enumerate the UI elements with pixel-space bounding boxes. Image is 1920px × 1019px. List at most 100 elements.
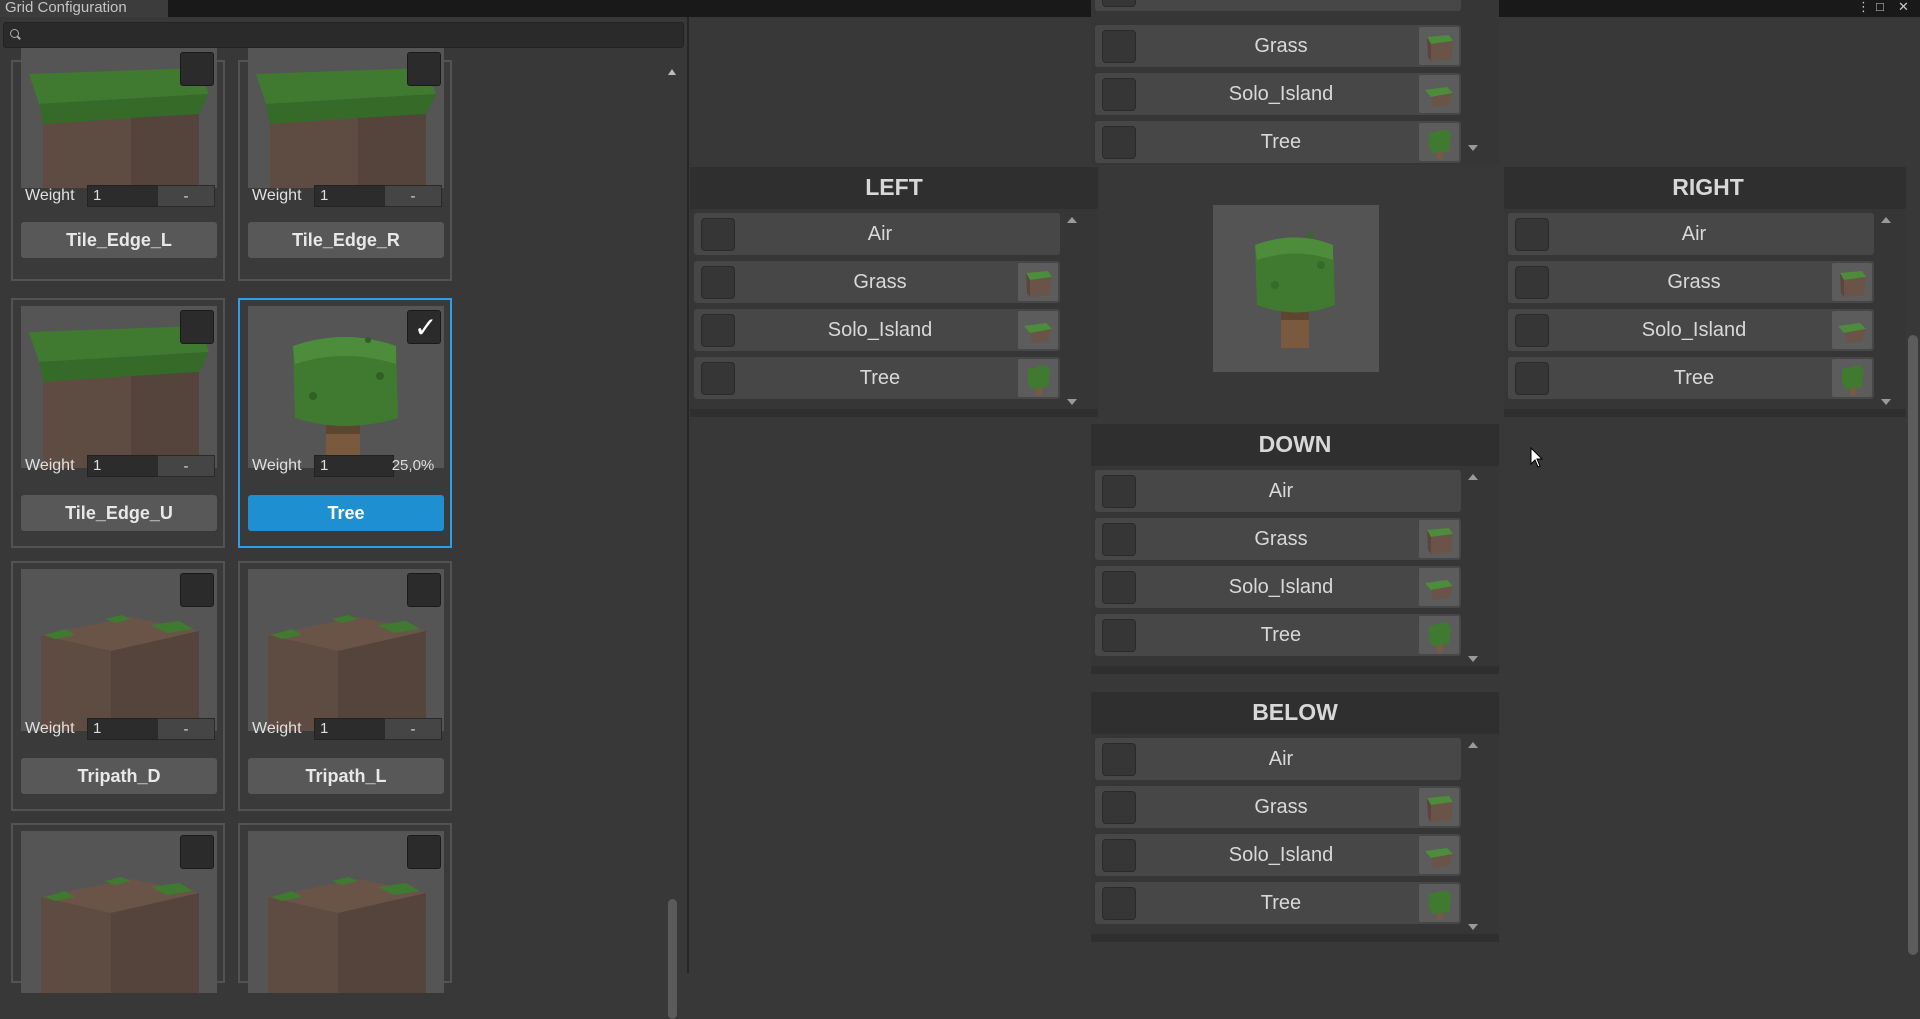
neighbor-checkbox[interactable]	[1102, 791, 1136, 824]
neighbor-row[interactable]: Grass	[1508, 261, 1874, 303]
tile-card[interactable]: Weight 1- Tripath_L	[238, 561, 452, 811]
neighbor-label: Tree	[1260, 131, 1302, 153]
neighbor-checkbox[interactable]	[1102, 619, 1136, 652]
neighbor-row[interactable]: Solo_Island	[1508, 309, 1874, 351]
neighbor-list: Air Grass Solo_Island Tree	[1504, 209, 1912, 409]
list-scroll-up-icon[interactable]	[1468, 742, 1478, 748]
maximize-icon[interactable]: □	[1876, 0, 1884, 13]
neighbor-thumbnail	[1419, 836, 1459, 874]
tile-card[interactable]: Weight 1- Tile_Edge_R	[238, 48, 452, 281]
neighbor-checkbox[interactable]	[1102, 523, 1136, 556]
list-scroll-down-icon[interactable]	[1468, 924, 1478, 930]
tile-name-button[interactable]: Tile_Edge_L	[21, 222, 217, 258]
neighbor-label: Air	[1268, 748, 1294, 770]
list-scroll-down-icon[interactable]	[1067, 399, 1077, 405]
panel-title: DOWN	[1258, 431, 1332, 457]
tile-name-button[interactable]: Tile_Edge_U	[21, 495, 217, 531]
neighbor-checkbox[interactable]	[1102, 839, 1136, 872]
scroll-up-arrow-icon[interactable]	[668, 69, 676, 75]
neighbor-row[interactable]: Grass	[1095, 786, 1461, 828]
weight-input[interactable]: 1	[314, 718, 394, 740]
config-scroll-thumb[interactable]	[1908, 335, 1918, 955]
neighbor-row[interactable]: Tree	[694, 357, 1060, 399]
neighbor-row[interactable]: Grass	[1095, 518, 1461, 560]
tile-card[interactable]: Weight 1- Tile_Edge_L	[11, 48, 225, 281]
neighbor-row[interactable]: Grass	[1095, 25, 1461, 67]
neighbor-row[interactable]: Solo_Island	[1095, 566, 1461, 608]
neighbor-checkbox[interactable]	[1102, 30, 1136, 63]
neighbor-checkbox[interactable]	[1102, 571, 1136, 604]
neighbor-checkbox[interactable]	[1515, 218, 1549, 251]
tile-enabled-checkbox[interactable]	[407, 52, 441, 86]
neighbor-checkbox[interactable]	[1515, 266, 1549, 299]
neighbor-label: Tree	[859, 367, 901, 389]
scroll-thumb[interactable]	[668, 899, 677, 1019]
neighbor-checkbox[interactable]	[1102, 743, 1136, 776]
neighbor-row[interactable]: Tree	[1095, 614, 1461, 656]
neighbor-checkbox[interactable]	[701, 314, 735, 347]
tile-name-button[interactable]: Tile_Edge_R	[248, 222, 444, 258]
neighbor-checkbox[interactable]	[1102, 475, 1136, 508]
more-options-icon[interactable]: ⋮	[1857, 0, 1870, 13]
neighbor-label: Solo_Island	[1641, 319, 1747, 341]
tile-name-button[interactable]: Tripath_L	[248, 758, 444, 794]
tile-enabled-checkbox[interactable]	[180, 310, 214, 344]
tile-enabled-checkbox[interactable]	[407, 835, 441, 869]
tile-enabled-checkbox[interactable]	[407, 573, 441, 607]
list-scroll-down-icon[interactable]	[1881, 399, 1891, 405]
neighbor-checkbox[interactable]	[1102, 78, 1136, 111]
tile-enabled-checkbox[interactable]	[180, 835, 214, 869]
tile-enabled-checkbox[interactable]	[180, 573, 214, 607]
neighbor-config: Grass Solo_Island Tree LEFT Air Grass Solo_Isl…	[690, 0, 1920, 973]
tile-card[interactable]: Weight 1- Tripath_D	[11, 561, 225, 811]
neighbor-row[interactable]: Tree	[1508, 357, 1874, 399]
config-scrollbar[interactable]	[1906, 17, 1920, 973]
neighbor-row[interactable]: Grass	[694, 261, 1060, 303]
neighbor-row[interactable]: Solo_Island	[1095, 73, 1461, 115]
neighbor-checkbox[interactable]	[701, 362, 735, 395]
probability-field: -	[157, 185, 215, 207]
neighbor-list: Grass Solo_Island Tree	[1091, 0, 1499, 165]
tile-card[interactable]: Weight 125,0% Tree	[238, 298, 452, 548]
neighbor-panel-left: LEFT Air Grass Solo_Island Tree	[690, 167, 1098, 417]
neighbor-row[interactable]: Solo_Island	[694, 309, 1060, 351]
list-scroll-up-icon[interactable]	[1067, 217, 1077, 223]
neighbor-row[interactable]: Air	[1508, 213, 1874, 255]
window-tab[interactable]: Grid Configuration	[0, 0, 168, 17]
neighbor-checkbox[interactable]	[1102, 887, 1136, 920]
list-scroll-up-icon[interactable]	[1468, 474, 1478, 480]
neighbor-checkbox[interactable]	[1515, 314, 1549, 347]
weight-input[interactable]: 1	[87, 455, 167, 477]
weight-input[interactable]: 1	[87, 185, 167, 207]
tile-card[interactable]: Weight 1- Tile_Edge_U	[11, 298, 225, 548]
neighbor-checkbox[interactable]	[1515, 362, 1549, 395]
list-scroll-up-icon[interactable]	[1881, 217, 1891, 223]
tile-name-button[interactable]: Tripath_D	[21, 758, 217, 794]
neighbor-checkbox[interactable]	[701, 266, 735, 299]
tile-card[interactable]	[11, 823, 225, 993]
search-field[interactable]	[3, 22, 684, 48]
list-scroll-down-icon[interactable]	[1468, 145, 1478, 151]
weight-input[interactable]: 1	[314, 455, 394, 477]
neighbor-row[interactable]: Air	[694, 213, 1060, 255]
weight-input[interactable]: 1	[87, 718, 167, 740]
tile-enabled-checkbox[interactable]	[407, 310, 441, 344]
tile-name-button[interactable]: Tree	[248, 495, 444, 531]
neighbor-checkbox[interactable]	[701, 218, 735, 251]
close-icon[interactable]: ✕	[1898, 0, 1909, 13]
probability-field: -	[157, 455, 215, 477]
neighbor-checkbox[interactable]	[1102, 0, 1136, 7]
neighbor-row-partial[interactable]	[1095, 0, 1461, 11]
neighbor-row[interactable]: Solo_Island	[1095, 834, 1461, 876]
neighbor-row[interactable]: Air	[1095, 470, 1461, 512]
tile-scrollbar[interactable]	[665, 61, 681, 1019]
weight-input[interactable]: 1	[314, 185, 394, 207]
neighbor-checkbox[interactable]	[1102, 126, 1136, 159]
neighbor-thumbnail	[1832, 263, 1872, 301]
neighbor-row[interactable]: Tree	[1095, 121, 1461, 163]
neighbor-row[interactable]: Air	[1095, 738, 1461, 780]
tile-enabled-checkbox[interactable]	[180, 52, 214, 86]
neighbor-row[interactable]: Tree	[1095, 882, 1461, 924]
tile-card[interactable]	[238, 823, 452, 993]
list-scroll-down-icon[interactable]	[1468, 656, 1478, 662]
